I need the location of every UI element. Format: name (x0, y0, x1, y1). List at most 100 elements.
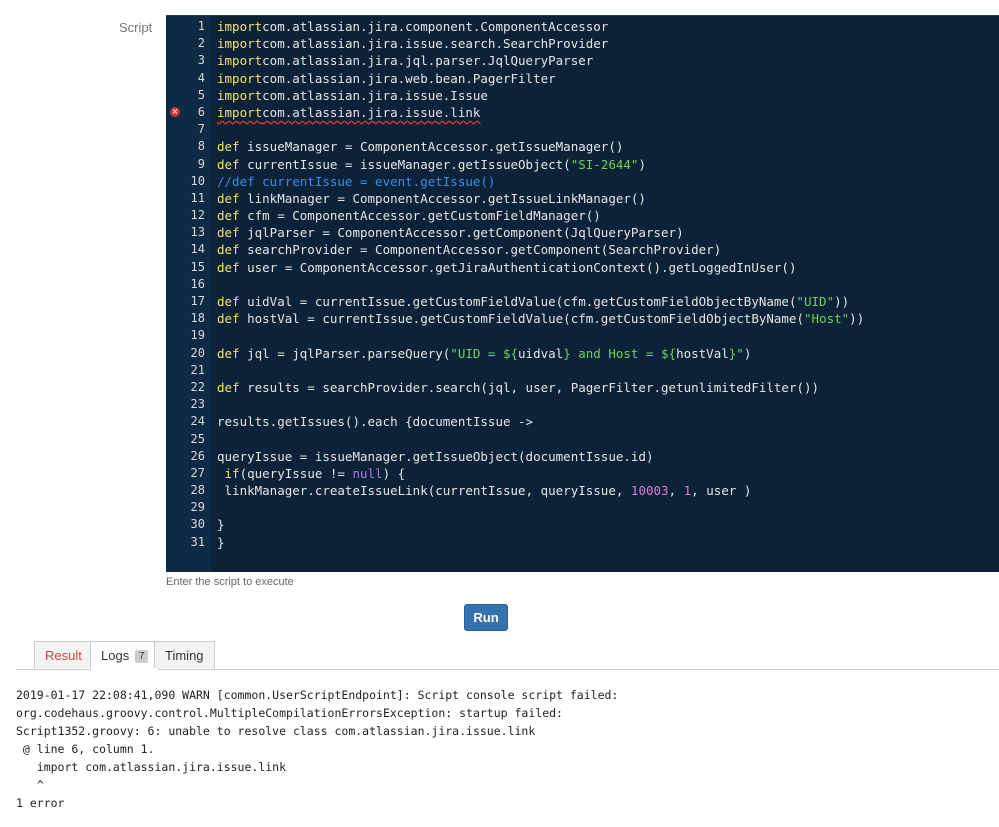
code-line[interactable]: 17 def uidVal = currentIssue.getCustomFie… (166, 293, 999, 310)
code-line[interactable]: 13 def jqlParser = ComponentAccessor.getC… (166, 224, 999, 241)
line-number: 1 (197, 19, 205, 33)
tab-result-label: Result (45, 648, 82, 663)
code-text: importcom.atlassian.jira.web.bean.PagerF… (217, 70, 556, 87)
line-number: 9 (197, 156, 205, 171)
tab-timing[interactable]: Timing (154, 641, 215, 668)
code-token: com.atlassian.jira.jql.parser.JqlQueryPa… (262, 53, 594, 69)
code-token: ) { (382, 465, 406, 481)
code-line[interactable]: 28 linkManager.createIssueLink(currentIs… (166, 482, 999, 499)
code-text: def searchProvider = ComponentAccessor.g… (217, 241, 721, 258)
line-number: 6 (197, 104, 205, 119)
code-token: cfm = ComponentAccessor.getCustomFieldMa… (239, 208, 601, 224)
code-line[interactable]: 14 def searchProvider = ComponentAccessor… (166, 241, 999, 258)
code-line[interactable]: 23 (166, 396, 999, 413)
code-text: importcom.atlassian.jira.issue.Issue (217, 87, 488, 104)
code-line[interactable]: 31} (166, 534, 999, 551)
tab-logs[interactable]: Logs 7 (90, 641, 160, 670)
code-line[interactable]: 25 (166, 431, 999, 448)
code-line[interactable]: 8 def issueManager = ComponentAccessor.ge… (166, 138, 999, 155)
code-token: def (217, 345, 240, 361)
code-line[interactable]: 1 importcom.atlassian.jira.component.Comp… (166, 18, 999, 35)
code-token: "UID" (796, 294, 835, 309)
code-token: "UID = ${ (450, 345, 519, 361)
code-token: com.atlassian.jira.issue.Issue (262, 87, 488, 103)
code-line[interactable]: 21 (166, 362, 999, 379)
log-line: ^ (16, 778, 44, 792)
code-token: def (217, 190, 240, 206)
code-line[interactable]: 2 importcom.atlassian.jira.issue.search.S… (166, 35, 999, 52)
code-text: importcom.atlassian.jira.jql.parser.JqlQ… (217, 52, 593, 69)
code-line[interactable]: 24 results.getIssues().each {documentIssu… (166, 413, 999, 430)
code-text: } (217, 534, 225, 551)
code-line[interactable]: 9 def currentIssue = issueManager.getIssu… (166, 156, 999, 173)
code-text: def hostVal = currentIssue.getCustomFiel… (217, 310, 864, 327)
code-token: import (217, 104, 263, 120)
code-token: linkManager.createIssueLink(currentIssue… (217, 483, 631, 499)
code-token: (queryIssue != (239, 465, 353, 481)
line-number: 23 (190, 397, 205, 412)
code-line[interactable]: 26 queryIssue = issueManager.getIssueObje… (166, 448, 999, 465)
run-button[interactable]: Run (464, 604, 508, 631)
code-token: def (217, 311, 240, 327)
code-token: )) (849, 311, 865, 327)
code-line[interactable]: 30} (166, 516, 999, 533)
code-line[interactable]: 18 def hostVal = currentIssue.getCustomFi… (166, 310, 999, 327)
line-number: 28 (190, 483, 205, 498)
line-number: 19 (190, 328, 205, 343)
code-token: }" (728, 345, 744, 361)
code-token: results = searchProvider.search(jql, use… (239, 379, 820, 395)
code-text: //def currentIssue = event.getIssue() (217, 173, 495, 190)
code-token: import (217, 53, 263, 69)
code-token: import (217, 19, 263, 34)
code-line[interactable]: 27 if(queryIssue != null) { (166, 465, 999, 482)
code-area[interactable]: 1 importcom.atlassian.jira.component.Comp… (166, 18, 999, 551)
code-line[interactable]: 10 //def currentIssue = event.getIssue() (166, 173, 999, 190)
code-token: } and Host = ${ (563, 345, 677, 361)
code-line[interactable]: 5 importcom.atlassian.jira.issue.Issue (166, 87, 999, 104)
logs-count-badge: 7 (134, 650, 149, 663)
line-number: 3 (197, 53, 205, 68)
code-token: ) (743, 345, 752, 361)
code-line[interactable]: 19 (166, 327, 999, 344)
line-number: 2 (197, 36, 205, 51)
code-text: def user = ComponentAccessor.getJiraAuth… (217, 259, 796, 276)
code-token: user = ComponentAccessor.getJiraAuthenti… (239, 259, 797, 275)
line-number: 10 (190, 173, 205, 188)
line-number: 4 (197, 70, 205, 85)
code-line[interactable]: 20 def jql = jqlParser.parseQuery("UID = … (166, 345, 999, 362)
code-line[interactable]: 22 def results = searchProvider.search(jq… (166, 379, 999, 396)
code-text: def jqlParser = ComponentAccessor.getCom… (217, 224, 684, 241)
code-line[interactable]: × 6 importcom.atlassian.jira.issue.link (166, 104, 999, 121)
tab-result[interactable]: Result (34, 641, 93, 668)
code-token: , (668, 483, 684, 499)
code-line[interactable]: 29 (166, 499, 999, 516)
line-number: 22 (190, 379, 205, 394)
code-line[interactable]: 11 def linkManager = ComponentAccessor.ge… (166, 190, 999, 207)
code-token: com.atlassian.jira.web.bean.PagerFilter (262, 70, 556, 86)
code-line[interactable]: 4 importcom.atlassian.jira.web.bean.Pager… (166, 70, 999, 87)
code-text: def currentIssue = issueManager.getIssue… (217, 156, 646, 173)
script-editor[interactable]: 1 importcom.atlassian.jira.component.Comp… (166, 15, 999, 572)
code-token: searchProvider = ComponentAccessor.getCo… (239, 242, 722, 258)
line-number: 14 (190, 242, 205, 257)
code-token: )) (834, 294, 850, 309)
code-token: } (217, 534, 225, 550)
line-number: 30 (190, 517, 205, 532)
code-line[interactable]: 15 def user = ComponentAccessor.getJiraAu… (166, 259, 999, 276)
code-text: def jql = jqlParser.parseQuery("UID = ${… (217, 345, 751, 362)
code-text: } (217, 516, 225, 533)
code-line[interactable]: 3 importcom.atlassian.jira.jql.parser.Jql… (166, 52, 999, 69)
code-text: def results = searchProvider.search(jql,… (217, 379, 819, 396)
code-line[interactable]: 16 (166, 276, 999, 293)
log-line: @ line 6, column 1. (16, 742, 155, 756)
code-text: results.getIssues().each {documentIssue … (217, 413, 533, 430)
code-token: currentIssue = issueManager.getIssueObje… (239, 156, 571, 172)
tab-timing-label: Timing (165, 648, 204, 663)
line-number: 25 (190, 431, 205, 446)
code-token: jql = jqlParser.parseQuery( (239, 345, 451, 361)
code-token: jqlParser = ComponentAccessor.getCompone… (239, 225, 684, 241)
code-line[interactable]: 7 (166, 121, 999, 138)
code-line[interactable]: 12 def cfm = ComponentAccessor.getCustomF… (166, 207, 999, 224)
script-hint: Enter the script to execute (166, 576, 294, 588)
code-token: def (217, 242, 240, 258)
